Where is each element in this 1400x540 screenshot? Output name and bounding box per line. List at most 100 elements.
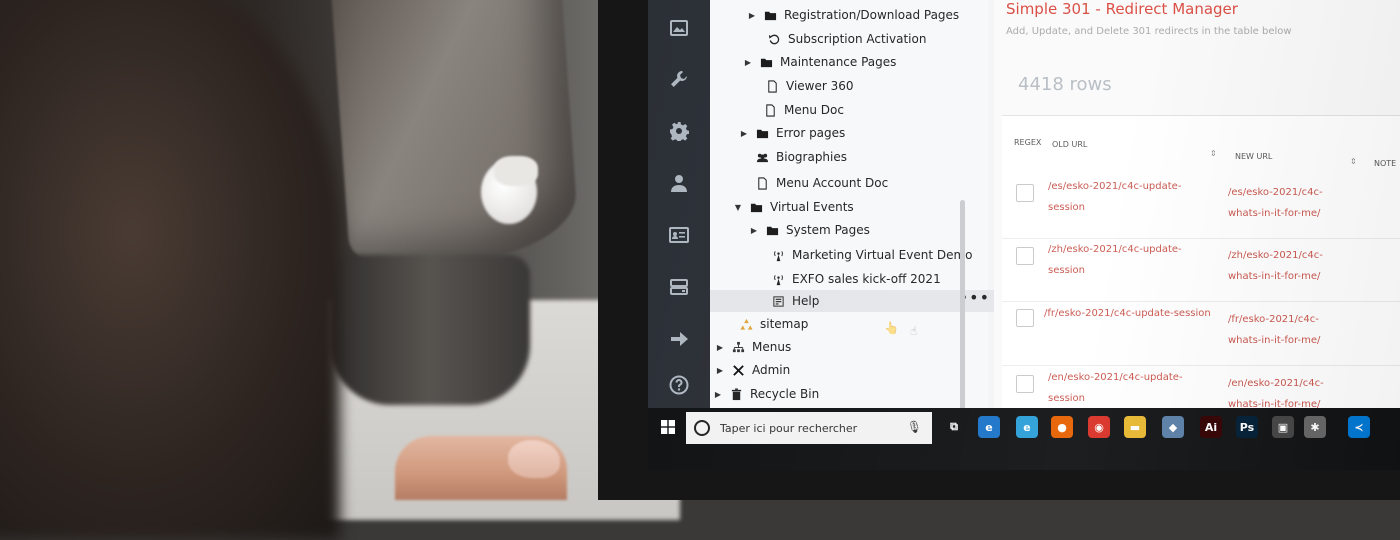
caret-right-icon[interactable]: ▶: [716, 343, 724, 352]
broadcast-icon: [771, 248, 785, 262]
row-checkbox[interactable]: [1016, 184, 1034, 202]
tree-item-label: Recycle Bin: [750, 387, 820, 401]
app3-icon[interactable]: ✱: [1304, 416, 1326, 438]
old-url-cell[interactable]: /es/esko-2021/c4c-update-session: [1048, 176, 1181, 218]
folder-icon: [759, 55, 773, 69]
sort-icon[interactable]: ⇕: [1350, 157, 1357, 166]
column-header-regex[interactable]: REGEX: [1014, 138, 1041, 147]
lamp-logo-mark: [494, 156, 538, 186]
new-url-cell[interactable]: /zh/esko-2021/c4c-whats-in-it-for-me/: [1228, 245, 1323, 287]
tree-item[interactable]: Marketing Virtual Event Demo: [756, 244, 973, 266]
wrench-icon[interactable]: [667, 67, 691, 91]
table-row[interactable]: /zh/esko-2021/c4c-update-session/zh/esko…: [1002, 239, 1400, 302]
old-url-text: /zh/esko-2021/c4c-update-: [1048, 244, 1182, 255]
caret-right-icon[interactable]: ▶: [748, 11, 756, 20]
ie-icon[interactable]: e: [1016, 416, 1038, 438]
firefox-icon[interactable]: ●: [1051, 416, 1073, 438]
app-icon[interactable]: ◆: [1162, 416, 1184, 438]
old-url-cell[interactable]: /en/esko-2021/c4c-update-session: [1048, 367, 1183, 409]
tree-item-label: Biographies: [776, 150, 848, 164]
caret-right-icon[interactable]: ▶: [750, 226, 758, 235]
folder-icon: [749, 200, 763, 214]
acrobat-icon[interactable]: Ai: [1200, 416, 1222, 438]
tree-item[interactable]: ▶ Menus: [716, 336, 791, 358]
row-checkbox[interactable]: [1016, 309, 1034, 327]
people-icon: [755, 150, 769, 164]
tree-item[interactable]: ▶ Error pages: [740, 122, 845, 144]
tree-item[interactable]: ▶ Maintenance Pages: [744, 51, 896, 73]
tree-item[interactable]: Menu Doc: [748, 99, 844, 121]
old-url-text: session: [1048, 202, 1086, 213]
edge-icon[interactable]: e: [978, 416, 1000, 438]
sort-icon[interactable]: ⇕: [1210, 149, 1217, 158]
redirect-manager-panel: Simple 301 - Redirect Manager Add, Updat…: [994, 0, 1400, 470]
tree-item[interactable]: ▶ Registration/Download Pages: [748, 4, 959, 26]
tree-item[interactable]: ▶ Recycle Bin: [714, 383, 819, 405]
chrome-icon[interactable]: ◉: [1088, 416, 1110, 438]
tree-item-label: sitemap: [760, 317, 809, 331]
hand-cursor-icon: 👆: [884, 321, 899, 335]
tree-item-label: Menu Account Doc: [776, 176, 889, 190]
task-view-icon[interactable]: ⧉: [943, 416, 965, 438]
tree-item-label: Error pages: [776, 126, 846, 140]
table-row[interactable]: /es/esko-2021/c4c-update-session/es/esko…: [1002, 176, 1400, 239]
windows-start-icon[interactable]: [661, 420, 675, 434]
user-icon[interactable]: [667, 171, 691, 195]
caret-right-icon[interactable]: ▶: [714, 390, 722, 399]
tree-item[interactable]: ▶ Admin: [716, 359, 790, 381]
cortana-icon[interactable]: [694, 420, 710, 436]
caret-right-icon[interactable]: ▶: [744, 58, 752, 67]
gear-icon[interactable]: [667, 119, 691, 143]
column-header-old-url[interactable]: OLD URL: [1052, 140, 1087, 149]
tree-item[interactable]: Biographies: [740, 146, 847, 168]
document-icon: [765, 79, 779, 93]
tree-item[interactable]: Menu Account Doc: [740, 172, 888, 194]
arrow-right-icon[interactable]: [667, 327, 691, 351]
broadcast-icon: [771, 272, 785, 286]
tree-item[interactable]: Subscription Activation: [752, 28, 926, 50]
lamp-shade: [330, 0, 580, 268]
tree-item-label: System Pages: [786, 223, 870, 237]
row-checkbox[interactable]: [1016, 247, 1034, 265]
table-row[interactable]: /fr/esko-2021/c4c-update-session/fr/esko…: [1002, 303, 1400, 366]
media-icon[interactable]: [667, 16, 691, 40]
new-url-text: whats-in-it-for-me/: [1228, 271, 1321, 282]
tree-scrollbar[interactable]: [960, 200, 965, 418]
tree-item-label: Virtual Events: [770, 200, 854, 214]
contact-card-icon[interactable]: [667, 223, 691, 247]
photoshop-icon[interactable]: Ps: [1236, 416, 1258, 438]
column-header-notes[interactable]: NOTE: [1374, 159, 1396, 168]
help-icon[interactable]: [667, 373, 691, 397]
page-title: Simple 301 - Redirect Manager: [1006, 0, 1238, 18]
tree-item[interactable]: ▶ System Pages: [750, 219, 870, 241]
tree-item[interactable]: Viewer 360: [750, 75, 854, 97]
old-url-cell[interactable]: /zh/esko-2021/c4c-update-session: [1048, 239, 1182, 281]
tree-item[interactable]: sitemap: [724, 313, 808, 335]
new-url-cell[interactable]: /fr/esko-2021/c4c-whats-in-it-for-me/: [1228, 309, 1320, 351]
caret-down-icon[interactable]: ▼: [734, 203, 742, 212]
column-header-new-url[interactable]: NEW URL: [1235, 152, 1272, 161]
new-url-text: /fr/esko-2021/c4c-: [1228, 314, 1319, 325]
tree-item-label: Marketing Virtual Event Demo: [792, 248, 973, 262]
folder-icon: [763, 8, 777, 22]
row-checkbox[interactable]: [1016, 375, 1034, 393]
old-url-cell[interactable]: /fr/esko-2021/c4c-update-session: [1044, 303, 1211, 324]
taskbar-search-input[interactable]: [718, 420, 912, 436]
new-url-cell[interactable]: /es/esko-2021/c4c-whats-in-it-for-me/: [1228, 182, 1323, 224]
storage-icon[interactable]: [667, 275, 691, 299]
explorer-icon[interactable]: ▬: [1124, 416, 1146, 438]
fingernail: [508, 440, 560, 478]
folder-icon: [765, 223, 779, 237]
caret-right-icon[interactable]: ▶: [740, 129, 748, 138]
taskbar-search: 🎙: [686, 412, 932, 444]
app2-icon[interactable]: ▣: [1272, 416, 1294, 438]
content-tree: ▶ Registration/Download Pages Subscription…: [710, 0, 1006, 412]
tree-item[interactable]: ▼ Virtual Events: [734, 196, 854, 218]
caret-right-icon[interactable]: ▶: [716, 366, 724, 375]
new-url-text: /en/esko-2021/c4c-: [1228, 378, 1324, 389]
microphone-icon[interactable]: 🎙: [907, 420, 922, 434]
icon-rail: [648, 0, 710, 412]
trash-icon: [729, 387, 743, 401]
vscode-icon[interactable]: ≺: [1348, 416, 1370, 438]
tree-item[interactable]: EXFO sales kick-off 2021: [756, 268, 941, 290]
